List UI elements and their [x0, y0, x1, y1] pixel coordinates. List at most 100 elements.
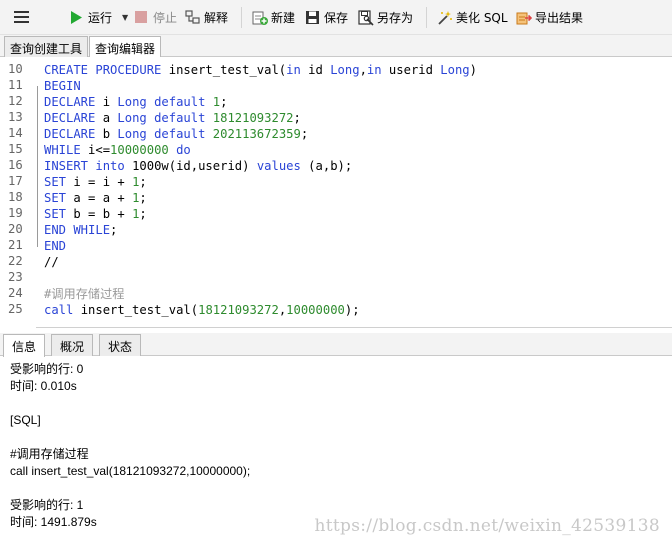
- code-line[interactable]: CREATE PROCEDURE insert_test_val(in id L…: [44, 62, 477, 78]
- code-token: i<=: [80, 143, 111, 157]
- code-token: );: [344, 303, 360, 317]
- output-line: #调用存储过程: [10, 447, 89, 461]
- code-token: END WHILE: [44, 223, 111, 237]
- code-token: #调用存储过程: [44, 287, 125, 301]
- run-button[interactable]: 运行 ▼: [69, 7, 128, 28]
- line-number: 17: [8, 174, 23, 188]
- code-token: //: [44, 255, 59, 269]
- output-line: 受影响的行: 1: [10, 498, 84, 512]
- save-as-button[interactable]: 另存为: [358, 7, 413, 28]
- tab-overview[interactable]: 概况: [51, 334, 94, 356]
- code-line[interactable]: DECLARE a Long default 18121093272;: [44, 110, 301, 126]
- code-token: ;: [139, 175, 147, 189]
- run-dropdown-icon[interactable]: ▼: [122, 13, 128, 22]
- code-line[interactable]: INSERT into 1000w(id,userid) values (a,b…: [44, 158, 352, 174]
- magic-wand-icon: [437, 10, 452, 25]
- new-label: 新建: [271, 11, 296, 25]
- code-token: INSERT into: [44, 159, 133, 173]
- code-token: in: [286, 63, 301, 77]
- tab-info[interactable]: 信息: [3, 334, 46, 357]
- output-line: 时间: 1491.879s: [10, 515, 97, 529]
- code-token: WHILE: [44, 143, 81, 157]
- code-line[interactable]: SET a = a + 1;: [44, 190, 147, 206]
- line-number: 20: [8, 222, 23, 236]
- code-line[interactable]: BEGIN: [44, 78, 81, 94]
- code-token: DECLARE: [44, 127, 96, 141]
- tab-query-builder[interactable]: 查询创建工具: [4, 36, 89, 57]
- code-token: in: [366, 63, 382, 77]
- code-token: Long default: [117, 111, 213, 125]
- code-token: i: [95, 95, 118, 109]
- sql-editor[interactable]: CREATE PROCEDURE insert_test_val( in id L…: [0, 57, 672, 328]
- code-line[interactable]: //: [44, 254, 59, 270]
- code-token: BEGIN: [44, 79, 81, 93]
- editor-tab-bar: 查询创建工具 查询编辑器: [0, 35, 672, 58]
- code-token: SET: [44, 191, 67, 205]
- code-line[interactable]: END: [44, 238, 66, 254]
- toolbar-divider: [241, 7, 242, 28]
- save-as-label: 另存为: [377, 11, 414, 25]
- code-token: i = i +: [66, 175, 133, 189]
- play-icon: [69, 10, 84, 25]
- new-button[interactable]: 新建: [252, 7, 295, 28]
- code-line[interactable]: SET i = i + 1;: [44, 174, 147, 190]
- code-token: ;: [139, 191, 147, 205]
- code-line[interactable]: DECLARE i Long default 1;: [44, 94, 227, 110]
- code-line[interactable]: SET b = b + 1;: [44, 206, 147, 222]
- code-token: insert_test_val(: [73, 303, 199, 317]
- explain-label: 解释: [204, 11, 229, 25]
- explain-button[interactable]: 解释: [185, 7, 228, 28]
- save-button[interactable]: 保存: [305, 7, 348, 28]
- code-token: values: [256, 159, 301, 173]
- code-token: ;: [220, 95, 228, 109]
- code-token: END: [44, 239, 67, 253]
- result-tab-bar: 信息 概况 状态: [0, 333, 672, 357]
- line-number: 18: [8, 190, 23, 204]
- code-line[interactable]: #调用存储过程: [44, 286, 124, 302]
- line-number: 16: [8, 158, 23, 172]
- fold-indicator: [37, 86, 38, 247]
- code-line[interactable]: WHILE i<=10000000 do: [44, 142, 191, 158]
- beautify-sql-button[interactable]: 美化 SQL: [437, 7, 508, 28]
- code-line[interactable]: END WHILE;: [44, 222, 117, 238]
- code-token: userid: [381, 63, 441, 77]
- export-results-label: 导出结果: [535, 11, 584, 25]
- code-line[interactable]: DECLARE b Long default 202113672359;: [44, 126, 308, 142]
- export-icon: [516, 10, 533, 25]
- code-token: call: [44, 303, 74, 317]
- code-token: ;: [139, 207, 147, 221]
- code-token: Long: [440, 63, 470, 77]
- code-token: ,: [359, 63, 367, 77]
- tab-status[interactable]: 状态: [99, 334, 142, 356]
- output-line: 受影响的行: 0: [10, 362, 84, 376]
- watermark: https://blog.csdn.net/weixin_42539138: [314, 516, 660, 536]
- save-as-icon: [358, 10, 374, 26]
- code-token: b: [95, 127, 118, 141]
- line-number: 19: [8, 206, 23, 220]
- new-query-icon: [252, 10, 268, 25]
- explain-icon: [185, 10, 200, 25]
- hamburger-menu-icon[interactable]: [14, 11, 29, 23]
- code-token: CREATE PROCEDURE: [44, 63, 169, 77]
- code-token: 10000000: [286, 303, 345, 317]
- code-token: b = b +: [66, 207, 133, 221]
- tab-query-editor[interactable]: 查询编辑器: [89, 36, 162, 58]
- stop-button[interactable]: 停止: [134, 7, 177, 28]
- code-token: DECLARE: [44, 95, 96, 109]
- export-results-button[interactable]: 导出结果: [516, 7, 583, 28]
- code-token: SET: [44, 175, 67, 189]
- output-line: 时间: 0.010s: [10, 379, 77, 393]
- save-label: 保存: [324, 11, 349, 25]
- line-number: 25: [8, 302, 23, 316]
- stop-label: 停止: [153, 11, 178, 25]
- line-number: 12: [8, 94, 23, 108]
- code-token: (a,b);: [300, 159, 353, 173]
- line-number: 22: [8, 254, 23, 268]
- code-token: id: [300, 63, 331, 77]
- code-token: DECLARE: [44, 111, 96, 125]
- line-number: 14: [8, 126, 23, 140]
- code-line[interactable]: call insert_test_val(18121093272,1000000…: [44, 302, 360, 318]
- line-number: 13: [8, 110, 23, 124]
- line-number: 11: [8, 78, 23, 92]
- beautify-sql-label: 美化 SQL: [456, 11, 508, 25]
